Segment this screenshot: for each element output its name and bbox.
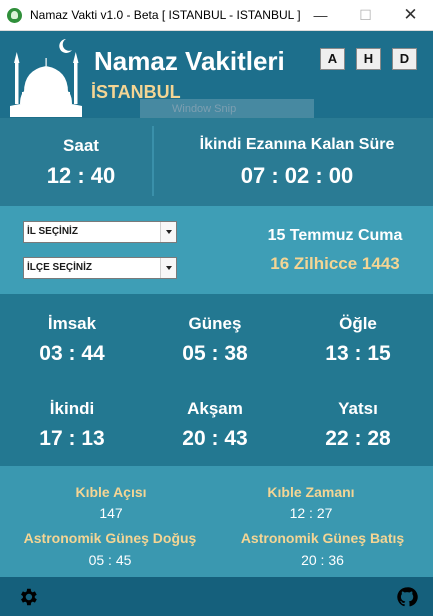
close-button[interactable]: ✕: [388, 0, 433, 31]
prayer-time-ikindi: 17 : 13: [39, 427, 105, 450]
remaining-time-value: 07 : 02 : 00: [240, 163, 354, 188]
ilce-select[interactable]: İLÇE SEÇİNİZ: [23, 257, 177, 279]
il-select-value: İL SEÇİNİZ: [27, 226, 78, 237]
maximize-button[interactable]: ☐: [343, 0, 388, 31]
kible-zamani-label: Kıble Zamanı: [267, 484, 355, 500]
gear-icon[interactable]: [16, 586, 40, 608]
prayer-name-ogle: Öğle: [339, 314, 377, 333]
github-icon[interactable]: [396, 586, 418, 608]
hijri-date: 16 Zilhicce 1443: [270, 254, 400, 273]
chevron-down-icon[interactable]: [160, 258, 176, 278]
prayer-time-yatsi: 22 : 28: [325, 427, 391, 450]
font-button-a[interactable]: A: [320, 48, 345, 70]
astro-dogus-value: 05 : 45: [88, 552, 132, 568]
kible-acisi-value: 147: [99, 505, 123, 521]
prayer-name-ikindi: İkindi: [49, 399, 95, 418]
prayer-time-imsak: 03 : 44: [39, 342, 105, 365]
prayer-name-yatsi: Yatsı: [338, 399, 378, 418]
window-title: Namaz Vakti v1.0 - Beta [ ISTANBUL - IST…: [30, 8, 301, 22]
clock-divider: [152, 126, 154, 196]
prayer-time-aksam: 20 : 43: [182, 427, 248, 450]
font-button-h[interactable]: H: [356, 48, 381, 70]
remaining-time-label: İkindi Ezanına Kalan Süre: [199, 136, 395, 153]
minimize-button[interactable]: —: [298, 0, 343, 31]
app-footer: [0, 577, 433, 616]
chevron-down-icon[interactable]: [160, 222, 176, 242]
window-titlebar: Namaz Vakti v1.0 - Beta [ ISTANBUL - IST…: [0, 0, 433, 31]
font-button-d[interactable]: D: [392, 48, 417, 70]
ilce-select-value: İLÇE SEÇİNİZ: [27, 262, 93, 273]
window-snip-overlay: Window Snip: [140, 99, 314, 119]
mosque-crescent-icon: [10, 39, 82, 117]
kible-acisi-label: Kıble Açısı: [75, 484, 147, 500]
prayer-name-aksam: Akşam: [187, 399, 243, 418]
il-select[interactable]: İL SEÇİNİZ: [23, 221, 177, 243]
extra-info-panel: Kıble Açısı 147 Kıble Zamanı 12 : 27 Ast…: [0, 466, 433, 577]
gregorian-date: 15 Temmuz Cuma: [267, 227, 403, 244]
prayer-name-imsak: İmsak: [47, 314, 97, 333]
kible-zamani-value: 12 : 27: [289, 505, 333, 521]
saat-label: Saat: [63, 136, 99, 155]
astro-batis-label: Astronomik Güneş Batış: [240, 530, 405, 546]
astro-dogus-label: Astronomik Güneş Doğuş: [23, 530, 197, 546]
astro-batis-value: 20 : 36: [301, 552, 344, 568]
saat-value: 12 : 40: [46, 163, 116, 188]
clock-panel: Saat 12 : 40 İkindi Ezanına Kalan Süre 0…: [0, 118, 433, 206]
prayer-name-gunes: Güneş: [188, 314, 242, 333]
selector-panel: İL SEÇİNİZ İLÇE SEÇİNİZ 15 Temmuz Cuma 1…: [0, 206, 433, 294]
prayer-time-ogle: 13 : 15: [325, 342, 391, 365]
app-name: Namaz Vakitleri: [94, 46, 285, 76]
prayer-times-panel: İmsak 03 : 44 Güneş 05 : 38 Öğle 13 : 15…: [0, 294, 433, 466]
app-icon: [7, 8, 22, 23]
prayer-time-gunes: 05 : 38: [182, 342, 248, 365]
